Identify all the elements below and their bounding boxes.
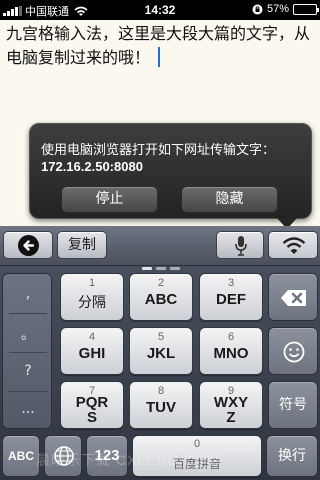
key-number: 4: [88, 331, 96, 343]
punct-ellipsis[interactable]: ...: [3, 401, 53, 417]
key-1[interactable]: 1 分隔: [60, 273, 124, 321]
page-dot: [170, 267, 180, 270]
key-7[interactable]: 7 PQR S: [60, 381, 124, 429]
key-number: 8: [157, 385, 165, 397]
key-label: PQR S: [75, 394, 109, 426]
key-label: TUV: [146, 399, 176, 416]
punct-question[interactable]: ?: [3, 363, 53, 379]
copy-button[interactable]: 复制: [57, 231, 107, 259]
key-label: ABC: [144, 291, 178, 308]
back-arrow-icon: [18, 235, 39, 256]
key-number: 1: [88, 277, 96, 289]
key-number: 3: [227, 277, 235, 289]
key-4[interactable]: 4 GHI: [60, 327, 124, 375]
key-number: 6: [227, 331, 235, 343]
keyboard-page-indicator: [142, 267, 180, 270]
key-9[interactable]: 9 WXY Z: [199, 381, 263, 429]
page-dot: [156, 267, 166, 270]
key-number: 2: [157, 277, 165, 289]
wifi-transfer-popup: 使用电脑浏览器打开如下网址传输文字： 172.16.2.50:8080 停止 隐…: [29, 123, 312, 229]
punct-comma[interactable]: ,: [3, 286, 53, 302]
punct-period[interactable]: 。: [3, 324, 53, 344]
battery-percent: 57%: [266, 3, 289, 15]
text-caret: [158, 47, 161, 67]
enter-key[interactable]: 换行: [266, 435, 318, 477]
hide-button[interactable]: 隐藏: [181, 186, 278, 213]
key-label: GHI: [78, 345, 106, 362]
wifi-icon: [282, 237, 306, 254]
key-label: WXY Z: [213, 394, 249, 426]
stop-button[interactable]: 停止: [61, 186, 158, 213]
divider: [9, 391, 47, 392]
status-right: 57%: [252, 3, 319, 15]
voice-input-button[interactable]: [216, 231, 264, 259]
key-number: 0: [193, 438, 201, 450]
key-3[interactable]: 3 DEF: [199, 273, 263, 321]
key-6[interactable]: 6 MNO: [199, 327, 263, 375]
emoji-key[interactable]: [268, 327, 318, 375]
delete-icon: [281, 290, 306, 306]
keyboard-toolbar: 复制: [0, 226, 320, 266]
key-label: JKL: [146, 345, 176, 362]
popup-message: 使用电脑浏览器打开如下网址传输文字：: [41, 143, 276, 158]
abc-key[interactable]: ABC: [2, 435, 40, 477]
divider: [9, 313, 47, 314]
battery-icon: [293, 3, 319, 15]
key-label: MNO: [213, 345, 249, 362]
key-label: DEF: [216, 291, 246, 308]
key-5[interactable]: 5 JKL: [129, 327, 193, 375]
key-2[interactable]: 2 ABC: [129, 273, 193, 321]
microphone-icon: [235, 236, 247, 256]
text-editor[interactable]: 九宫格输入法，这里是大段大篇的文字，从电脑复制过来的哦！: [6, 22, 314, 70]
delete-key[interactable]: [268, 273, 318, 321]
punctuation-column[interactable]: , 。 ? ...: [2, 273, 52, 429]
popup-url: 172.16.2.50:8080: [41, 159, 143, 174]
back-button[interactable]: [3, 231, 53, 259]
rotation-lock-icon: [252, 4, 263, 14]
key-number: 5: [157, 331, 165, 343]
key-8[interactable]: 8 TUV: [129, 381, 193, 429]
status-bar: 中国联通 14:32 57%: [0, 0, 320, 20]
key-label: 分隔: [78, 295, 106, 311]
wifi-transfer-button[interactable]: [268, 231, 318, 259]
divider: [9, 352, 47, 353]
page-dot: [142, 267, 152, 270]
symbol-key[interactable]: 符号: [268, 381, 318, 429]
smiley-icon: [283, 341, 305, 363]
watermark: 晨曦乐下载 CXLEDU.COM: [36, 452, 220, 468]
